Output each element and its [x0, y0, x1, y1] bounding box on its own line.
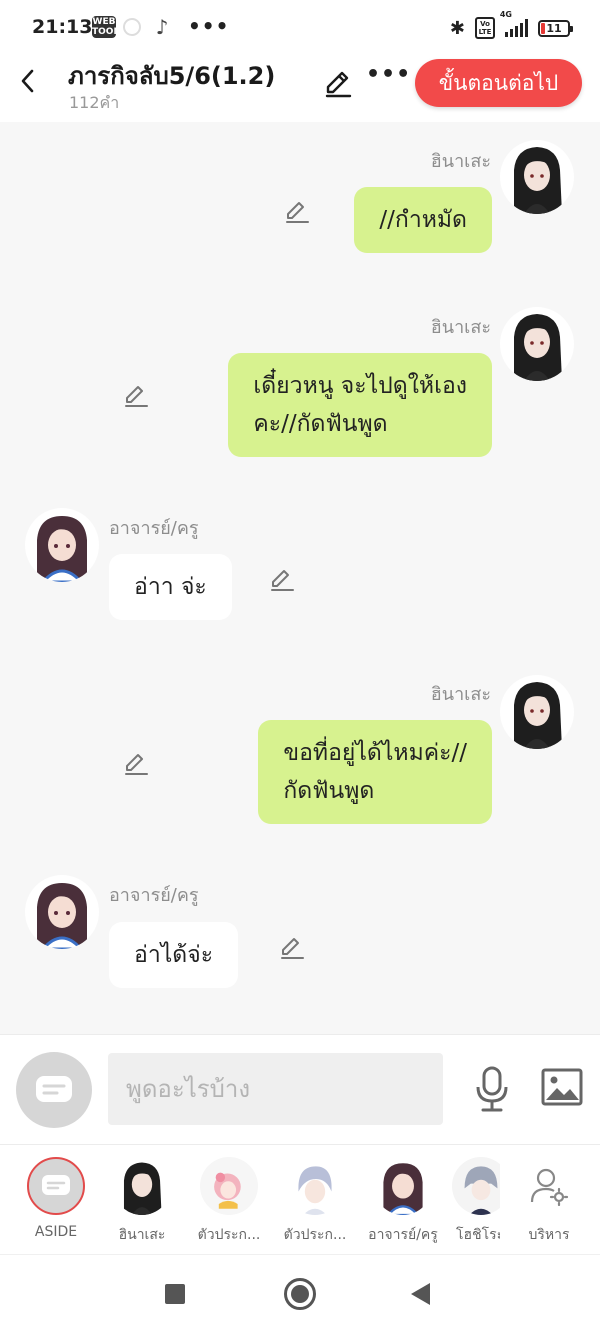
character-label: อาจารย์/ครู [368, 1227, 438, 1243]
character-label: ASIDE [34, 1224, 78, 1240]
message-speaker: ฮินาเสะ [430, 684, 491, 705]
message-bubble-theirs[interactable]: อ่าา จ่ะ [109, 554, 232, 620]
teacher-portrait-icon [25, 508, 99, 582]
manage-characters-button[interactable]: บริหาร [506, 1157, 592, 1249]
manage-avatar [520, 1157, 578, 1215]
webtoon-app-icon: WEB TOON [92, 16, 121, 38]
edit-message-icon[interactable] [278, 934, 306, 962]
message-line: กัดฟันพูด [283, 778, 375, 804]
speech-bubble-icon [42, 1175, 70, 1195]
image-upload-icon[interactable] [541, 1068, 583, 1106]
character-label: ตัวประก... [197, 1227, 261, 1243]
message-input[interactable] [108, 1053, 443, 1125]
pink-hair-portrait-icon [200, 1157, 258, 1215]
character-hoshiro[interactable]: โฮชิโระ [446, 1157, 500, 1249]
character-aside[interactable]: ASIDE [13, 1157, 99, 1249]
character-label: บริหาร [528, 1227, 570, 1243]
status-bar: 21:13 WEB TOON ♪ ••• 4G ✱ Vo LTE 11 [0, 0, 600, 56]
hoshiro-portrait-icon [452, 1157, 500, 1215]
message-bubble-mine[interactable]: ขอที่อยู่ได้ไหมค่ะ// กัดฟันพูด [258, 720, 492, 824]
character-hinase[interactable]: ฮินาเสะ [99, 1157, 185, 1249]
avatar-hinase[interactable] [500, 140, 574, 214]
settings-app-icon [123, 18, 141, 36]
avatar-hinase[interactable] [500, 307, 574, 381]
silver-hair-portrait-icon [286, 1157, 344, 1215]
page-title: ภารกิจลับ5/6(1.2) [68, 62, 276, 90]
avatar-teacher[interactable] [25, 508, 99, 582]
chat-header: ภารกิจลับ5/6(1.2) 112คำ ••• ขั้นตอนต่อไป [0, 56, 600, 122]
character-selector: ASIDE ฮินาเสะ ตัวประก... ตัวประก... อาจา… [0, 1144, 600, 1254]
edit-message-icon[interactable] [122, 382, 150, 410]
recent-apps-icon[interactable] [165, 1284, 185, 1304]
message-line: คะ//กัดฟันพูด [253, 411, 388, 437]
edit-message-icon[interactable] [283, 198, 311, 226]
next-step-button[interactable]: ขั้นตอนต่อไป [415, 59, 582, 107]
teacher-portrait-icon [25, 875, 99, 949]
hinase-portrait-icon [500, 140, 574, 214]
hinase-portrait-icon [500, 675, 574, 749]
character-extra-2[interactable]: ตัวประก... [272, 1157, 358, 1249]
character-label: ตัวประก... [283, 1227, 347, 1243]
message-bubble-mine[interactable]: เดี๋ยวหนู จะไปดูให้เอง คะ//กัดฟันพูด [228, 353, 492, 457]
home-icon[interactable] [284, 1278, 316, 1310]
message-speaker: อาจารย์/ครู [109, 885, 199, 906]
avatar-teacher[interactable] [25, 875, 99, 949]
chat-area[interactable]: ฮินาเสะ //กำหมัด ฮินาเสะ เดี๋ยวหนู จะไปด… [0, 122, 600, 1034]
hinase-portrait-icon [500, 307, 574, 381]
message-speaker: ฮินาเสะ [430, 317, 491, 338]
edit-message-icon[interactable] [268, 566, 296, 594]
message-line: ขอที่อยู่ได้ไหมค่ะ// [283, 740, 467, 766]
message-speaker: อาจารย์/ครู [109, 518, 199, 539]
message-bubble-mine[interactable]: //กำหมัด [354, 187, 492, 253]
speech-bubble-icon [36, 1076, 72, 1102]
status-icons: ✱ Vo LTE 11 [449, 14, 573, 42]
hoshiro-avatar [452, 1157, 500, 1215]
message-line: เดี๋ยวหนู จะไปดูให้เอง [253, 373, 467, 399]
hinase-portrait-icon [113, 1157, 171, 1215]
microphone-icon[interactable] [472, 1065, 512, 1113]
message-line: อ่าา จ่ะ [134, 574, 207, 600]
status-time: 21:13 [32, 16, 93, 38]
message-input-bar [0, 1034, 600, 1144]
more-notifications-icon: ••• [188, 14, 230, 38]
aside-avatar [27, 1157, 85, 1215]
teacher-avatar [374, 1157, 432, 1215]
tiktok-app-icon: ♪ [155, 15, 169, 39]
character-teacher[interactable]: อาจารย์/ครู [360, 1157, 446, 1249]
volte-icon: Vo LTE [475, 17, 495, 39]
hinase-avatar [113, 1157, 171, 1215]
system-navigation-bar [0, 1254, 600, 1333]
back-arrow-icon[interactable] [14, 66, 44, 96]
edit-title-icon[interactable] [322, 68, 354, 100]
character-label: โฮชิโระ [456, 1227, 500, 1243]
extra-2-avatar [286, 1157, 344, 1215]
battery-icon: 11 [538, 19, 573, 37]
signal-icon [505, 19, 528, 37]
chat-mode-button[interactable] [16, 1052, 92, 1128]
message-bubble-theirs[interactable]: อ่าได้จ่ะ [109, 922, 239, 988]
user-settings-icon [530, 1168, 569, 1206]
more-options-icon[interactable]: ••• [366, 62, 411, 87]
message-line: //กำหมัด [379, 207, 467, 233]
message-speaker: ฮินาเสะ [430, 151, 491, 172]
teacher-portrait-icon [374, 1157, 432, 1215]
character-label: ฮินาเสะ [118, 1227, 166, 1243]
avatar-hinase[interactable] [500, 675, 574, 749]
bluetooth-icon: ✱ [449, 17, 465, 39]
character-extra-1[interactable]: ตัวประก... [186, 1157, 272, 1249]
extra-1-avatar [200, 1157, 258, 1215]
word-count: 112คำ [69, 93, 120, 112]
back-triangle-icon[interactable] [411, 1283, 430, 1305]
edit-message-icon[interactable] [122, 750, 150, 778]
message-line: อ่าได้จ่ะ [134, 942, 214, 968]
